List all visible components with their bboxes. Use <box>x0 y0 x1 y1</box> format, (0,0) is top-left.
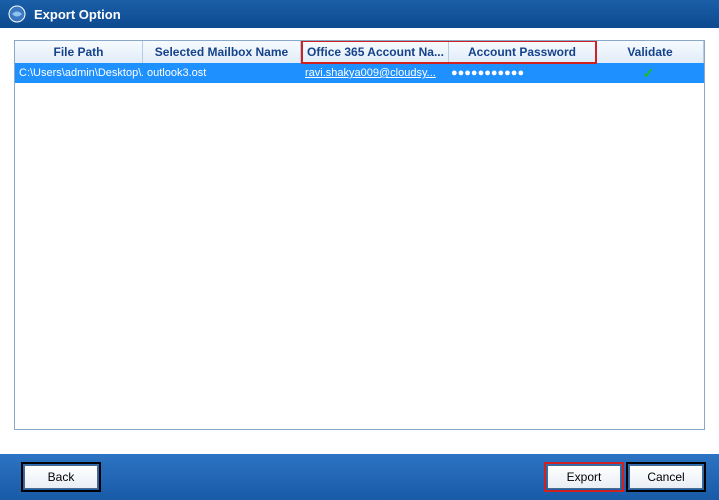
cell-password[interactable]: ●●●●●●●●●●● <box>447 63 593 83</box>
cell-validate: ✓ <box>593 63 704 83</box>
column-file-path[interactable]: File Path <box>15 41 143 63</box>
table-row[interactable]: C:\Users\admin\Desktop\... outlook3.ost … <box>15 63 704 83</box>
check-icon: ✓ <box>643 65 655 82</box>
cell-account[interactable]: ravi.shakya009@cloudsy... <box>301 63 447 83</box>
column-validate[interactable]: Validate <box>597 41 704 63</box>
export-button[interactable]: Export <box>547 465 621 489</box>
footer-bar: Back Export Cancel <box>0 454 719 500</box>
credentials-highlight: Office 365 Account Na... Account Passwor… <box>301 40 597 64</box>
column-selected-mailbox[interactable]: Selected Mailbox Name <box>143 41 301 63</box>
app-icon <box>8 5 26 23</box>
account-link[interactable]: ravi.shakya009@cloudsy... <box>305 67 436 79</box>
cell-file-path: C:\Users\admin\Desktop\... <box>15 63 143 83</box>
titlebar: Export Option <box>0 0 719 28</box>
cancel-button[interactable]: Cancel <box>629 465 703 489</box>
window-title: Export Option <box>34 7 121 22</box>
column-account-password[interactable]: Account Password <box>449 42 595 62</box>
table-header: File Path Selected Mailbox Name Office 3… <box>15 41 704 63</box>
column-office365-account[interactable]: Office 365 Account Na... <box>303 42 449 62</box>
content-area: File Path Selected Mailbox Name Office 3… <box>0 28 719 430</box>
export-table: File Path Selected Mailbox Name Office 3… <box>14 40 705 430</box>
cell-mailbox: outlook3.ost <box>143 63 301 83</box>
back-button[interactable]: Back <box>24 465 98 489</box>
